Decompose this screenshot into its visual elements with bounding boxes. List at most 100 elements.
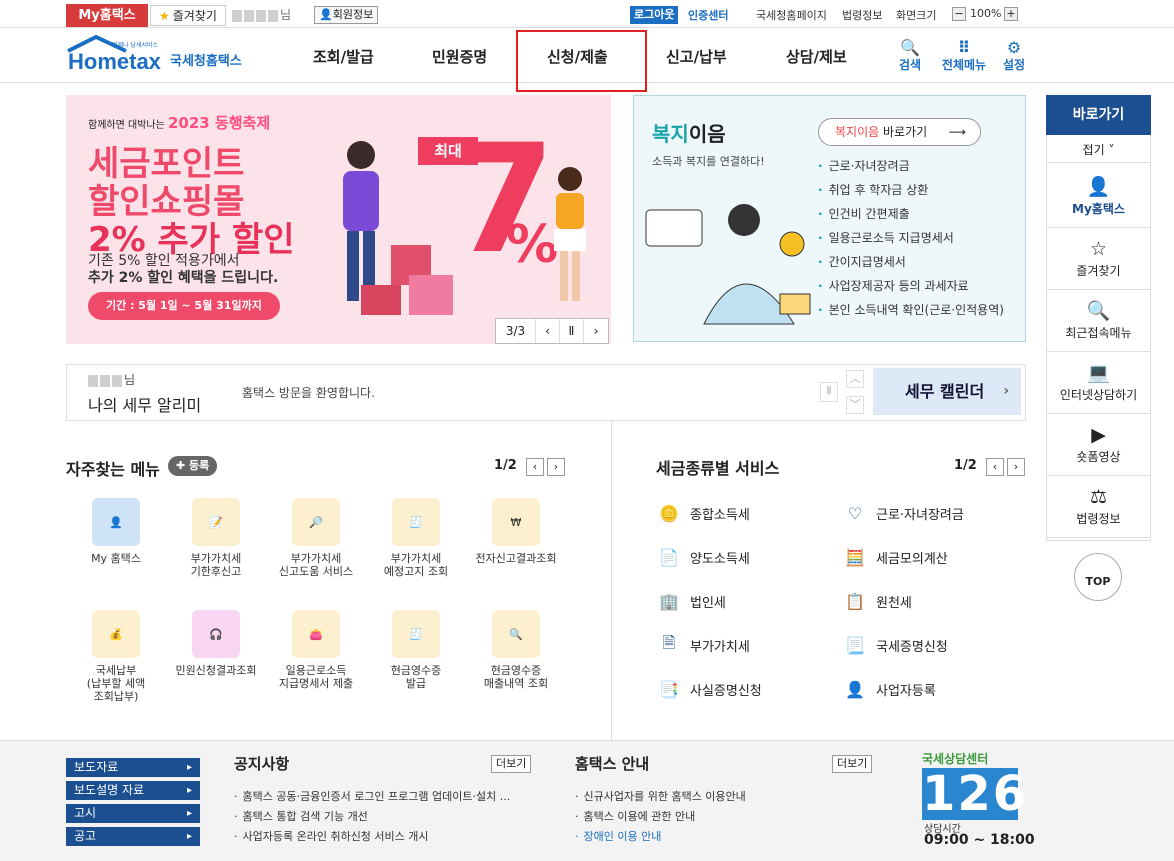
welfare-item[interactable]: 취업 후 학자금 상환 — [818, 178, 1004, 202]
salary-doc-icon: 📋 — [845, 591, 865, 611]
frequent-menu-item[interactable]: ₩ 전자신고결과조회 — [466, 498, 566, 565]
all-menu-button[interactable]: ⠿ 전체메뉴 — [938, 38, 990, 73]
frequent-menu-item[interactable]: 📝 부가가치세 기한후신고 — [166, 498, 266, 578]
banner-pause-button[interactable]: Ⅱ — [560, 319, 584, 343]
plus-icon: ✚ — [176, 459, 190, 472]
gnb-certificate[interactable]: 민원증명 — [432, 46, 487, 67]
frequent-menu-item[interactable]: 🔎 부가가치세 신고도움 서비스 — [266, 498, 366, 578]
welfare-item[interactable]: 근로·자녀장려금 — [818, 154, 1004, 178]
document-search-icon: 🔎 — [292, 498, 340, 546]
top-button[interactable]: TOP — [1074, 553, 1122, 601]
notice-item[interactable]: 홈택스 공동·금융인증서 로그인 프로그램 업데이트·설치 ... — [234, 787, 511, 807]
frequent-menu-label: 현금영수증 매출내역 조회 — [483, 664, 549, 690]
alert-up-button[interactable]: ︿ — [846, 370, 864, 388]
nts-homepage-link[interactable]: 국세청홈페이지 — [756, 7, 827, 23]
frequent-menu-item[interactable]: 🧾 현금영수증 발급 — [366, 610, 466, 690]
gnb-inquiry[interactable]: 조회/발급 — [313, 46, 374, 67]
logout-button[interactable]: 로그아웃 — [630, 6, 679, 24]
public-notice-button[interactable]: 공고 — [66, 827, 200, 846]
tax-service-item[interactable]: 👤 사업자등록 — [842, 676, 936, 702]
announcement-button[interactable]: 고시 — [66, 804, 200, 823]
tax-service-label: 근로·자녀장려금 — [876, 507, 964, 523]
tax-service-label: 사실증명신청 — [690, 683, 762, 699]
quick-item[interactable]: ⚖ 법령정보 — [1047, 476, 1150, 538]
quick-item[interactable]: ☆ 즐겨찾기 — [1047, 228, 1150, 290]
tax-service-item[interactable]: 📄 양도소득세 — [656, 544, 750, 570]
register-button[interactable]: ✚ 등록 — [168, 456, 218, 476]
quick-item[interactable]: 💻 인터넷상담하기 — [1047, 352, 1150, 414]
zoom-in-button[interactable]: + — [1004, 7, 1018, 21]
welfare-item[interactable]: 간이지급명세서 — [818, 250, 1004, 274]
frequent-menu-item[interactable]: 🧾 부가가치세 예정고지 조회 — [366, 498, 466, 578]
gear-icon: ⚙ — [1006, 38, 1022, 57]
banner-prev-button[interactable]: ‹ — [536, 319, 560, 343]
tax-service-next-button[interactable]: › — [1007, 458, 1025, 476]
gnb-report-pay[interactable]: 신고/납부 — [666, 46, 727, 67]
guide-item[interactable]: 홈택스 이용에 관한 안내 — [575, 807, 746, 827]
law-info-link[interactable]: 법령정보 — [842, 7, 882, 23]
frequent-next-button[interactable]: › — [547, 458, 565, 476]
myhome-tab[interactable]: My홈택스 — [66, 4, 148, 27]
welfare-shortcut-button[interactable]: 복지이음 바로가기 ⟶ — [818, 118, 981, 146]
press-release-button[interactable]: 보도자료 — [66, 758, 200, 777]
alert-down-button[interactable]: ﹀ — [846, 396, 864, 414]
tax-calendar-button[interactable]: 세무 캘린더 › — [873, 368, 1021, 415]
search-button[interactable]: 🔍 검색 — [894, 38, 926, 73]
welfare-item[interactable]: 일용근로소득 지급명세서 — [818, 226, 1004, 250]
frequent-menu-item[interactable]: 👛 일용근로소득 지급명세서 제출 — [266, 610, 366, 690]
notice-item[interactable]: 사업자등록 온라인 취하신청 서비스 개시 — [234, 827, 510, 847]
settings-button[interactable]: ⚙ 설정 — [1000, 38, 1028, 73]
tax-service-item[interactable]: 📃 국세증명신청 — [842, 632, 948, 658]
tax-service-item[interactable]: 🪙 종합소득세 — [656, 500, 750, 526]
frequent-page: 1/2 — [494, 458, 517, 473]
guide-title: 홈택스 안내 — [575, 755, 650, 773]
tax-service-item[interactable]: ♡ 근로·자녀장려금 — [842, 500, 964, 526]
welfare-item[interactable]: 인건비 간편제출 — [818, 202, 1004, 226]
alert-message: 홈택스 방문을 환영합니다. — [242, 386, 375, 400]
frequent-menu-item[interactable]: 👤 My 홈택스 — [66, 498, 166, 565]
tax-service-item[interactable]: 🧮 세금모의계산 — [842, 544, 948, 570]
quick-item[interactable]: ▶ 숏폼영상 — [1047, 414, 1150, 476]
quick-item-label: 법령정보 — [1076, 512, 1121, 526]
frequent-menu-item[interactable]: 🔍 현금영수증 매출내역 조회 — [466, 610, 566, 690]
hometax-logo[interactable]: Hometax 언제나 납세서비스 국세청홈택스 — [66, 33, 256, 77]
vat-doc-icon: 📝 — [192, 498, 240, 546]
notice-item[interactable]: 홈택스 통합 검색 기능 개선 — [234, 807, 510, 827]
guide-item[interactable]: 신규사업자를 위한 홈택스 이용안내 — [575, 787, 746, 807]
quick-item[interactable]: 🔍 최근접속메뉴 — [1047, 290, 1150, 352]
guide-item[interactable]: 장애인 이용 안내 — [575, 827, 746, 847]
welfare-item[interactable]: 사업장제공자 등의 과세자료 — [818, 274, 1004, 298]
frequent-menu-item[interactable]: 💰 국세납부 (납부할 세액 조회납부) — [66, 610, 166, 703]
guide-more-button[interactable]: 더보기 — [832, 755, 873, 773]
tax-service-prev-button[interactable]: ‹ — [986, 458, 1004, 476]
redacted-name — [112, 374, 122, 387]
favorites-button[interactable]: ★ 즐겨찾기 — [150, 5, 226, 26]
press-explain-button[interactable]: 보도설명 자료 — [66, 781, 200, 800]
logo-house-icon: Hometax 언제나 납세서비스 국세청홈택스 — [67, 34, 242, 74]
svg-text:Hometax: Hometax — [68, 49, 162, 74]
tax-service-item[interactable]: 🏢 법인세 — [656, 588, 726, 614]
redacted-name — [256, 9, 266, 22]
quick-fold-button[interactable]: 접기 ˅ — [1046, 137, 1151, 163]
tax-service-item[interactable]: 📑 사실증명신청 — [656, 676, 762, 702]
alert-user-name: 님 — [88, 371, 135, 388]
banner-sub-line2: 추가 2% 할인 혜택을 드립니다. — [88, 270, 279, 286]
tax-service-item[interactable]: 🗎 부가가치세 — [656, 632, 750, 658]
alert-pause-button[interactable]: Ⅱ — [820, 382, 838, 402]
zoom-out-button[interactable]: − — [952, 7, 966, 21]
quick-menu-title: 바로가기 — [1046, 95, 1151, 135]
gnb-consult[interactable]: 상담/제보 — [786, 46, 847, 67]
tax-service-item[interactable]: 📋 원천세 — [842, 588, 912, 614]
welfare-item[interactable]: 본인 소득내역 확인(근로·인적용역) — [818, 298, 1004, 322]
notice-more-button[interactable]: 더보기 — [491, 755, 532, 773]
calculator-icon: 🧮 — [845, 547, 865, 567]
person-icon: 👤 — [845, 679, 865, 699]
quick-item[interactable]: 👤 My홈택스 — [1047, 166, 1150, 228]
frequent-prev-button[interactable]: ‹ — [526, 458, 544, 476]
welfare-card[interactable]: 복지이음 소득과 복지를 연결하다! 복지이음 바로가기 ⟶ 근로·자녀장려금 취… — [633, 95, 1026, 342]
banner-next-button[interactable]: › — [584, 319, 608, 343]
cert-center-link[interactable]: 인증센터 — [688, 7, 728, 23]
member-info-button[interactable]: 👤회원정보 — [314, 6, 379, 24]
frequent-menu-item[interactable]: 🎧 민원신청결과조회 — [166, 610, 266, 677]
promo-banner[interactable]: 함께하면 대박나는 2023 동행축제 세금포인트 할인쇼핑몰 2% 추가 할인… — [66, 95, 611, 344]
